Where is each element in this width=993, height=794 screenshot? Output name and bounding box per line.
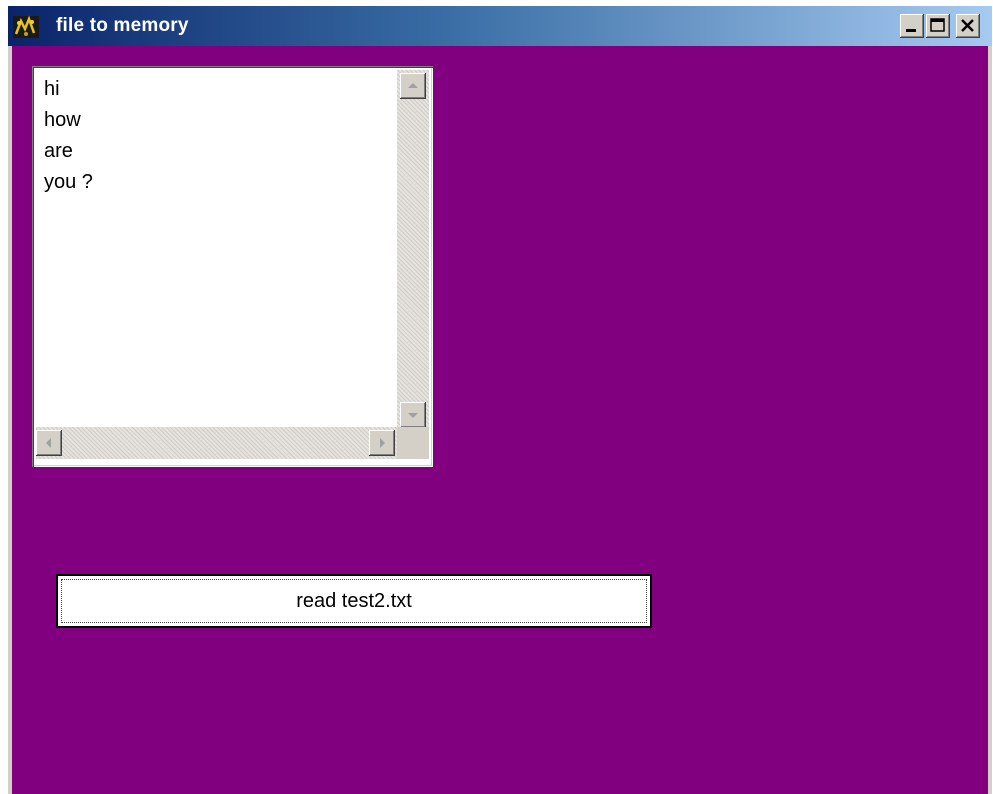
scroll-left-button[interactable] [36,430,62,456]
app-icon[interactable] [12,15,40,39]
client-area: hi how are you ? read test2.txt [12,46,988,794]
vertical-scrollbar[interactable] [397,70,429,431]
text-listbox[interactable]: hi how are you ? [32,66,433,467]
arrow-down-icon [408,413,418,418]
list-item[interactable]: hi [44,74,93,105]
read-file-button-label: read test2.txt [296,590,412,612]
list-item[interactable]: are [44,136,93,167]
listbox-content: hi how are you ? [44,74,93,198]
scroll-right-button[interactable] [369,430,395,456]
close-button[interactable] [956,14,980,38]
list-item[interactable]: how [44,105,93,136]
read-file-button[interactable]: read test2.txt [56,574,652,628]
arrow-right-icon [380,438,385,448]
maximize-button[interactable] [926,14,950,38]
minimize-button[interactable] [900,14,924,38]
title-bar[interactable]: file to memory [8,6,992,46]
arrow-left-icon [46,438,51,448]
scrollbar-corner [397,427,429,459]
app-window: file to memory hi how are you ? read tes… [8,6,992,794]
maximize-icon [930,18,945,32]
close-icon [961,19,974,32]
scroll-up-button[interactable] [400,73,426,99]
minimize-icon [906,29,916,32]
window-title: file to memory [56,15,189,36]
arrow-up-icon [408,83,418,88]
list-item[interactable]: you ? [44,167,93,198]
horizontal-scrollbar[interactable] [36,427,399,459]
scroll-down-button[interactable] [400,402,426,428]
